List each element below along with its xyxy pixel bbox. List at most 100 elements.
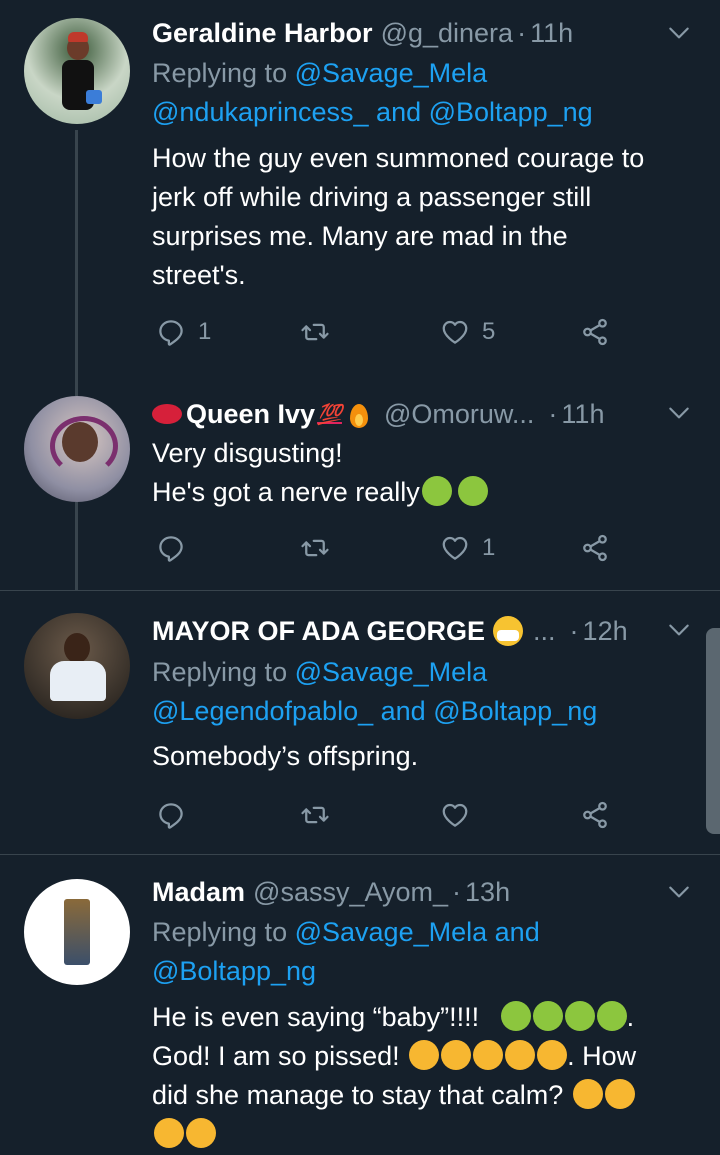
tweet-text-line: Very disgusting!	[152, 434, 343, 473]
avatar[interactable]	[24, 879, 130, 985]
tweet-header: MAYOR OF ADA GEORGE ... · 12h	[152, 611, 628, 651]
user-name[interactable]: MAYOR OF ADA GEORGE	[152, 616, 485, 647]
reply-and: and	[494, 917, 540, 947]
action-bar: 1 5	[152, 312, 622, 352]
scrollbar[interactable]	[706, 628, 720, 834]
tweet-text-line: surprises me. Many are mad in the	[152, 221, 568, 251]
chevron-down-icon[interactable]	[666, 20, 692, 46]
user-name[interactable]: Geraldine Harbor	[152, 18, 373, 49]
timestamp[interactable]: 12h	[583, 616, 628, 647]
mention-link[interactable]: @Boltapp_ng	[429, 97, 593, 127]
like-button[interactable]	[440, 795, 470, 835]
weary-face-emoji	[154, 1118, 184, 1148]
reply-context-2: @Legendofpablo_ and @Boltapp_ng	[152, 692, 597, 731]
mention-link[interactable]: @Boltapp_ng	[433, 696, 597, 726]
mention-link[interactable]: @Savage_Mela	[295, 58, 488, 88]
avatar[interactable]	[24, 613, 130, 719]
tweet-header: Madam @sassy_Ayom_ · 13h	[152, 872, 510, 912]
reply-button[interactable]	[156, 795, 186, 835]
user-handle[interactable]: @sassy_Ayom_	[253, 877, 448, 908]
share-button[interactable]	[580, 312, 610, 352]
share-icon	[580, 800, 610, 830]
tweet-text: did she manage to stay that calm?	[152, 1080, 564, 1110]
timestamp[interactable]: 11h	[561, 399, 604, 430]
like-count: 5	[482, 318, 496, 345]
tweet-text-line: He's got a nerve really	[152, 473, 488, 512]
nauseated-face-emoji	[596, 1001, 627, 1031]
reply-icon	[156, 317, 186, 347]
user-name[interactable]: Queen Ivy	[186, 399, 315, 430]
share-icon	[580, 317, 610, 347]
reply-context: Replying to @Savage_Mela	[152, 653, 487, 692]
reply-context: Replying to @Savage_Mela	[152, 54, 487, 93]
reply-and: and	[380, 696, 426, 726]
mask-face-emoji	[493, 616, 524, 646]
weary-face-emoji	[572, 1079, 603, 1109]
reply-button[interactable]: 1	[156, 312, 211, 352]
tweet-text-line: jerk off while driving a passenger still	[152, 182, 592, 212]
user-name[interactable]: Madam	[152, 877, 245, 908]
reply-button[interactable]	[156, 528, 186, 568]
mention-link[interactable]: @ndukaprincess_	[152, 97, 369, 127]
separator-dot: ·	[548, 398, 558, 429]
reply-context-2: @ndukaprincess_ and @Boltapp_ng	[152, 93, 593, 132]
reply-prefix: Replying to	[152, 58, 288, 88]
tweet-header: Queen Ivy 💯 @Omoruw... · 11h	[152, 394, 604, 434]
tweet-text: . How	[567, 1041, 637, 1071]
mention-link[interactable]: @Savage_Mela	[295, 657, 488, 687]
user-handle[interactable]: @g_dinera	[381, 18, 514, 49]
reply-count: 1	[198, 318, 212, 345]
mention-link[interactable]: @Savage_Mela	[295, 917, 488, 947]
like-count: 1	[482, 534, 496, 561]
crying-face-emoji	[441, 1040, 472, 1070]
retweet-button[interactable]	[300, 528, 330, 568]
fire-emoji	[348, 400, 370, 428]
share-button[interactable]	[580, 528, 610, 568]
nauseated-face-emoji	[564, 1001, 595, 1031]
crying-face-emoji	[505, 1040, 536, 1070]
retweet-button[interactable]	[300, 795, 330, 835]
chevron-down-icon[interactable]	[666, 617, 692, 643]
reply-prefix: Replying to	[152, 657, 288, 687]
mention-link[interactable]: @Boltapp_ng	[152, 956, 316, 986]
tweet-text: God! I am so pissed!	[152, 1041, 400, 1071]
action-bar: 1	[152, 528, 622, 568]
crying-face-emoji	[409, 1040, 440, 1070]
action-bar	[152, 795, 622, 835]
tweet-header: Geraldine Harbor @g_dinera · 11h	[152, 13, 573, 53]
tweet-queen-ivy[interactable]: Queen Ivy 💯 @Omoruw... · 11h Very disgus…	[0, 378, 720, 590]
nauseated-face-emoji	[500, 1001, 531, 1031]
retweet-icon	[300, 800, 330, 830]
tweet-geraldine[interactable]: Geraldine Harbor @g_dinera · 11h Replyin…	[0, 0, 720, 378]
tweet-text: Very disgusting!	[152, 438, 343, 468]
name-ellipsis: ...	[533, 615, 556, 646]
separator-dot: ·	[517, 17, 527, 48]
retweet-button[interactable]	[300, 312, 330, 352]
chevron-down-icon[interactable]	[666, 879, 692, 905]
avatar[interactable]	[24, 18, 130, 124]
nauseated-face-emoji	[532, 1001, 563, 1031]
like-button[interactable]: 1	[440, 528, 495, 568]
separator-dot: ·	[569, 615, 579, 646]
thread-line	[75, 130, 78, 378]
chevron-down-icon[interactable]	[666, 400, 692, 426]
share-button[interactable]	[580, 795, 610, 835]
mention-link[interactable]: @Legendofpablo_	[152, 696, 373, 726]
like-button[interactable]: 5	[440, 312, 495, 352]
tweet-text-line: Somebody’s offspring.	[152, 741, 419, 771]
avatar[interactable]	[24, 396, 130, 502]
user-handle[interactable]: @Omoruw...	[384, 399, 534, 430]
like-icon	[440, 533, 470, 563]
timestamp[interactable]: 13h	[465, 877, 510, 908]
weary-face-emoji	[186, 1118, 216, 1148]
tweet-madam[interactable]: Madam @sassy_Ayom_ · 13h Replying to @Sa…	[0, 855, 720, 1155]
tweet-text-line: He is even saying “baby”!!!! .	[152, 998, 634, 1037]
tweet-mayor[interactable]: MAYOR OF ADA GEORGE ... · 12h Replying t…	[0, 591, 720, 854]
timestamp[interactable]: 11h	[530, 18, 573, 49]
reply-icon	[156, 533, 186, 563]
tweet-text: He's got a nerve really	[152, 477, 420, 507]
nauseated-face-emoji	[421, 476, 452, 506]
share-icon	[580, 533, 610, 563]
tweet-text-line: did she manage to stay that calm?	[152, 1076, 635, 1115]
retweet-icon	[300, 533, 330, 563]
